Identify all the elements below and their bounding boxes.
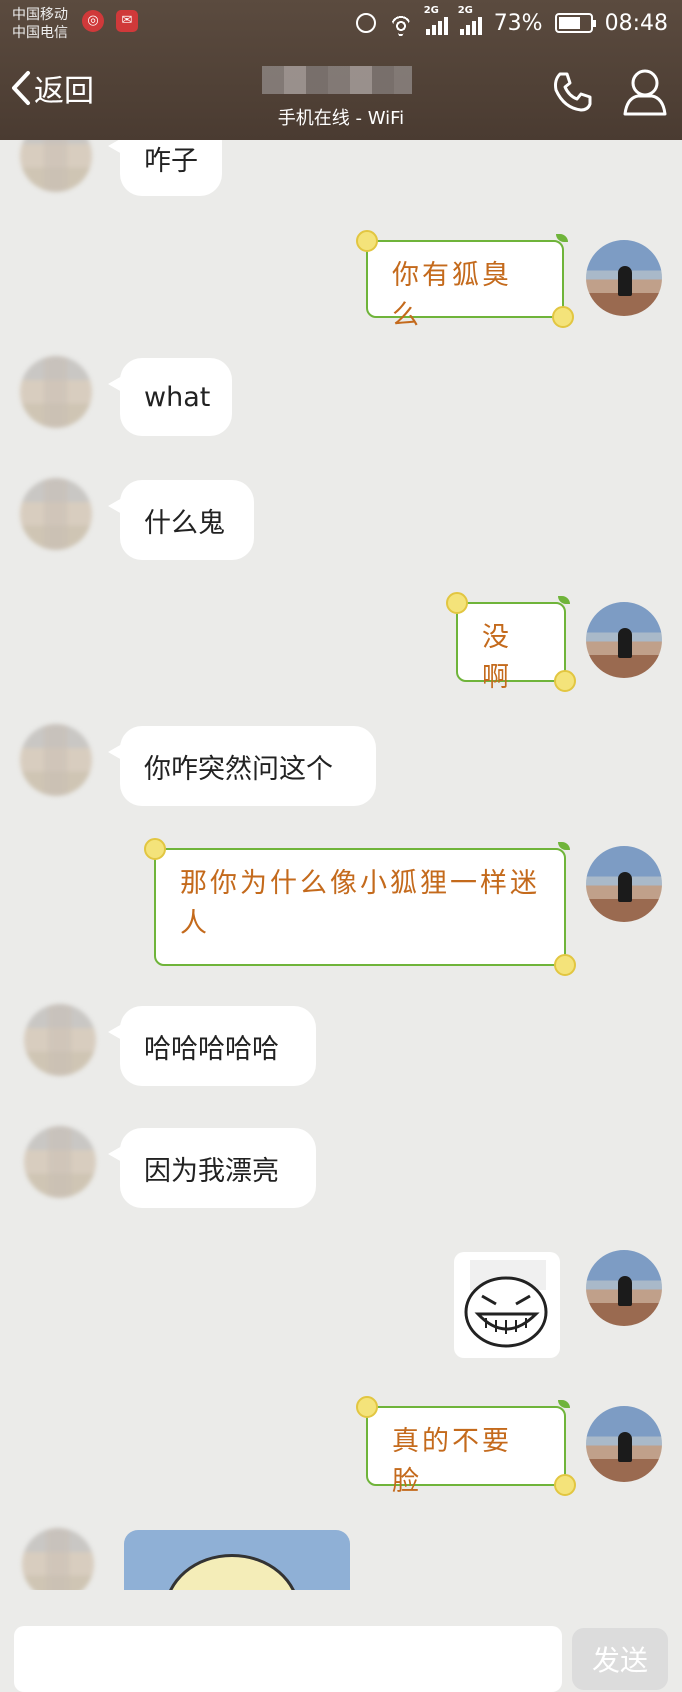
battery-icon [554,13,596,33]
phone-call-button[interactable] [548,68,596,120]
message-bubble-left[interactable]: 咋子 [108,140,222,196]
nav-bar: 返回 手机在线 - WiFi [0,60,682,140]
sticker-message[interactable] [454,1252,560,1358]
message-text: 咋子 [144,145,198,177]
message-bubble-left[interactable]: 因为我漂亮 [108,1128,316,1208]
message-text: 你有狐臭么 [392,260,512,331]
contact-avatar[interactable] [22,1528,94,1590]
top-bar: 中国移动 中国电信 ◎ ✉ 2G 2G 73% 08:48 返回 手机在线 - … [0,0,682,140]
message-bubble-left[interactable]: 什么鬼 [108,480,254,560]
signal-icon-2: 2G [458,5,482,35]
my-avatar[interactable] [586,1250,662,1326]
person-icon [623,69,667,116]
message-bubble-right[interactable]: 那你为什么像小狐狸一样迷人 [144,838,576,976]
message-text: what [144,381,211,413]
mail-notification-icon: ✉ [116,10,138,32]
netease-music-icon: ◎ [82,10,104,32]
message-text: 真的不要脸 [392,1426,512,1497]
my-avatar[interactable] [586,1406,662,1482]
message-bubble-right[interactable]: 没啊 [446,592,576,693]
carrier-1: 中国移动 [12,7,68,23]
message-input[interactable] [14,1626,562,1692]
my-avatar[interactable] [586,602,662,678]
contact-avatar[interactable] [20,356,92,428]
contact-avatar[interactable] [24,1004,96,1076]
flower-decoration [552,306,574,328]
flower-decoration [356,1396,378,1418]
alarm-icon [355,13,376,33]
carrier-2: 中国电信 [12,25,68,41]
leaf-decoration [558,596,570,604]
flower-decoration [446,592,468,614]
send-button[interactable]: 发送 [572,1628,668,1690]
message-text: 什么鬼 [144,507,225,539]
contact-avatar[interactable] [20,478,92,550]
input-bar: 发送 [0,1590,682,1692]
battery-percent: 73% [493,10,543,36]
my-avatar[interactable] [586,846,662,922]
status-bar: 中国移动 中国电信 ◎ ✉ 2G 2G 73% 08:48 [0,0,682,48]
image-message[interactable] [124,1530,350,1590]
contact-avatar[interactable] [20,140,92,192]
contact-name-blurred [262,66,412,94]
chat-area[interactable]: 咋子 你有狐臭么 what 什么鬼 没啊 你咋突然问这个 那你为什么像小狐狸一样… [0,140,682,1590]
flower-decoration [554,1474,576,1496]
clock: 08:48 [604,10,668,36]
leaf-decoration [556,234,568,242]
grinning-face-sticker-icon [464,1260,548,1348]
message-text: 因为我漂亮 [144,1155,279,1187]
network-type-1: 2G [423,5,439,16]
message-bubble-left[interactable]: what [108,358,232,436]
flower-decoration [554,954,576,976]
message-text: 你咋突然问这个 [144,753,333,785]
signal-icon-1: 2G [424,5,448,35]
network-type-2: 2G [457,5,473,16]
message-text: 哈哈哈哈哈 [144,1033,279,1065]
contact-profile-button[interactable] [622,66,668,122]
leaf-decoration [558,1400,570,1408]
message-bubble-left[interactable]: 哈哈哈哈哈 [108,1006,316,1086]
flower-decoration [144,838,166,860]
status-icons: 2G 2G 73% 08:48 [355,5,668,38]
message-bubble-left[interactable]: 你咋突然问这个 [108,726,376,806]
contact-avatar[interactable] [24,1126,96,1198]
message-bubble-right[interactable]: 你有狐臭么 [356,230,574,331]
flower-decoration [554,670,576,692]
message-text: 没啊 [482,622,512,693]
chevron-left-icon [12,71,30,105]
message-bubble-right[interactable]: 真的不要脸 [356,1396,576,1497]
send-label: 发送 [591,1644,648,1677]
wifi-icon [388,13,414,33]
carrier-info: 中国移动 中国电信 [12,6,68,42]
flower-decoration [356,230,378,252]
phone-icon [554,72,592,112]
cartoon-face-image [164,1554,300,1590]
message-text: 那你为什么像小狐狸一样迷人 [180,868,540,939]
leaf-decoration [558,842,570,850]
my-avatar[interactable] [586,240,662,316]
contact-avatar[interactable] [20,724,92,796]
